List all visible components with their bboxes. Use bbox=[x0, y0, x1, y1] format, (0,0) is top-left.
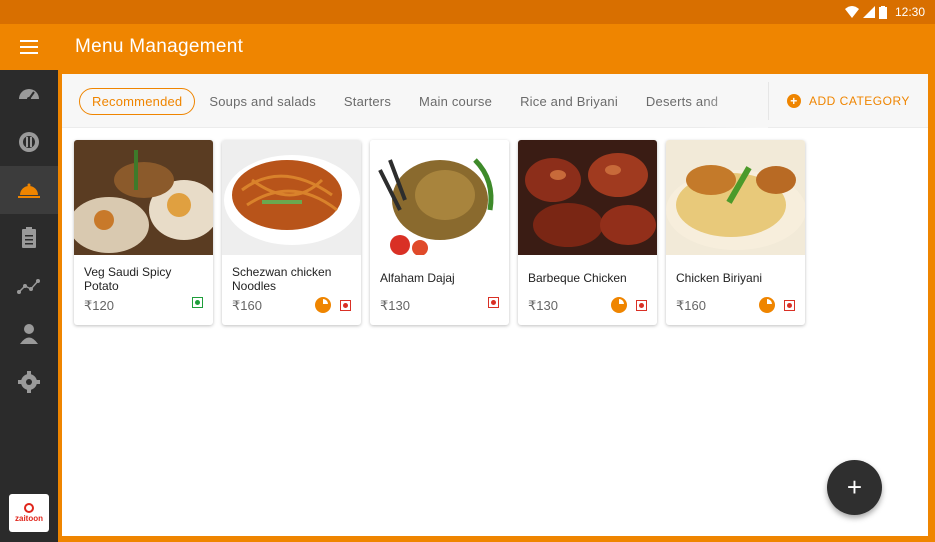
food-image bbox=[518, 140, 657, 255]
tab-soups-and-salads[interactable]: Soups and salads bbox=[209, 94, 316, 109]
tab-recommended[interactable]: Recommended bbox=[79, 87, 196, 115]
sidebar-item-settings[interactable] bbox=[0, 358, 58, 406]
nonveg-icon bbox=[488, 297, 499, 308]
main-content: Recommended Soups and salads Starters Ma… bbox=[62, 74, 928, 536]
dashboard-icon bbox=[19, 89, 39, 101]
category-bar: Recommended Soups and salads Starters Ma… bbox=[62, 74, 928, 128]
plus-icon: + bbox=[846, 472, 863, 502]
cloche-icon bbox=[18, 183, 40, 198]
item-name: Alfaham Dajaj bbox=[380, 271, 455, 285]
menu-item-card[interactable]: Schezwan chicken Noodles ₹160 bbox=[222, 140, 361, 325]
item-price: ₹130 bbox=[380, 298, 410, 313]
food-image bbox=[222, 140, 361, 255]
wifi-icon bbox=[844, 6, 859, 18]
app-bar: Menu Management bbox=[0, 24, 935, 70]
analytics-icon bbox=[17, 279, 40, 294]
add-circle-icon: + bbox=[787, 94, 801, 108]
item-price: ₹160 bbox=[676, 298, 706, 313]
item-name: Schezwan chicken Noodles bbox=[232, 265, 332, 293]
menu-item-card[interactable]: Barbeque Chicken ₹130 bbox=[518, 140, 657, 325]
food-image bbox=[666, 140, 805, 255]
sidebar-item-orders[interactable] bbox=[0, 214, 58, 262]
sidebar-item-menu[interactable] bbox=[0, 166, 58, 214]
page-title: Menu Management bbox=[75, 36, 244, 57]
sidebar: zaitoon bbox=[0, 70, 58, 542]
veg-icon bbox=[192, 297, 203, 308]
add-category-label: ADD CATEGORY bbox=[809, 94, 910, 108]
sidebar-item-dashboard[interactable] bbox=[0, 70, 58, 118]
item-price: ₹130 bbox=[528, 298, 558, 313]
tab-rice-and-briyani[interactable]: Rice and Briyani bbox=[520, 94, 618, 109]
tab-main-course[interactable]: Main course bbox=[419, 94, 492, 109]
sidebar-item-analytics[interactable] bbox=[0, 262, 58, 310]
settings-icon bbox=[18, 371, 40, 393]
hamburger-icon[interactable] bbox=[0, 24, 58, 70]
status-bar: 12:30 bbox=[0, 0, 935, 24]
status-time: 12:30 bbox=[894, 5, 925, 19]
item-price: ₹160 bbox=[232, 298, 262, 313]
menu-item-card[interactable]: Chicken Biriyani ₹160 bbox=[666, 140, 805, 325]
sidebar-item-restaurant[interactable] bbox=[0, 118, 58, 166]
add-category-button[interactable]: + ADD CATEGORY bbox=[768, 82, 928, 120]
clipboard-icon bbox=[22, 227, 36, 248]
nonveg-icon bbox=[636, 299, 647, 311]
item-price: ₹120 bbox=[84, 298, 114, 313]
menu-item-grid: Veg Saudi Spicy Potato ₹120 Schezwan chi… bbox=[74, 140, 805, 325]
item-name: Veg Saudi Spicy Potato bbox=[84, 265, 172, 293]
item-name: Chicken Biriyani bbox=[676, 271, 763, 285]
menu-item-card[interactable]: Veg Saudi Spicy Potato ₹120 bbox=[74, 140, 213, 325]
recommended-pie-icon bbox=[315, 297, 331, 313]
tab-starters[interactable]: Starters bbox=[344, 94, 391, 109]
person-icon bbox=[20, 324, 38, 344]
nonveg-icon bbox=[340, 299, 351, 311]
item-name: Barbeque Chicken bbox=[528, 271, 627, 285]
recommended-pie-icon bbox=[759, 297, 775, 313]
signal-icon bbox=[862, 6, 875, 18]
brand-logo: zaitoon bbox=[9, 494, 49, 532]
restaurant-icon bbox=[19, 132, 39, 152]
recommended-pie-icon bbox=[611, 297, 627, 313]
food-image bbox=[74, 140, 213, 255]
food-image bbox=[370, 140, 509, 256]
sidebar-item-profile[interactable] bbox=[0, 310, 58, 358]
category-tabs: Recommended Soups and salads Starters Ma… bbox=[62, 74, 768, 128]
add-item-fab[interactable]: + bbox=[827, 460, 882, 515]
battery-icon bbox=[878, 5, 887, 19]
nonveg-icon bbox=[784, 299, 795, 311]
menu-item-card[interactable]: Alfaham Dajaj ₹130 bbox=[370, 140, 509, 325]
brand-logo-text: zaitoon bbox=[15, 514, 43, 523]
